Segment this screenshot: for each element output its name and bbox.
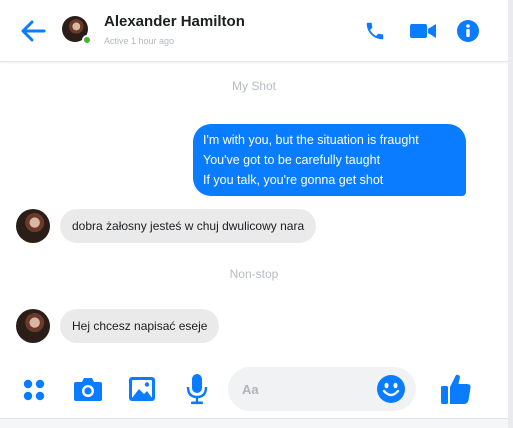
chat-header: Alexander Hamilton Active 1 hour ago [0,0,508,62]
incoming-message[interactable]: Hej chcesz napisać eseje [60,309,220,343]
image-icon[interactable] [128,376,156,402]
video-camera-icon[interactable] [409,22,437,40]
message-line: If you talk, you're gonna get shot [203,173,384,187]
camera-icon[interactable] [73,376,103,402]
sender-avatar[interactable] [16,309,50,343]
message-input[interactable] [242,379,372,399]
conversation-divider: My Shot [231,79,276,93]
more-apps-icon[interactable] [22,378,46,402]
message-line: I'm with you, but the situation is fraug… [203,133,419,147]
microphone-icon[interactable] [186,373,208,405]
window-edge [508,0,513,428]
active-status: Active 1 hour ago [104,36,175,46]
info-icon[interactable] [457,20,479,42]
bottom-border [0,418,508,428]
thumbs-up-icon[interactable] [440,372,472,406]
outgoing-message[interactable]: I'm with you, but the situation is fraug… [193,124,466,196]
back-arrow-icon[interactable] [20,19,46,43]
contact-name[interactable]: Alexander Hamilton [104,13,245,30]
online-status-dot [82,35,92,45]
message-input-box[interactable] [228,367,416,411]
chat-window: Alexander Hamilton Active 1 hour ago My … [0,0,508,428]
message-composer [0,364,508,418]
emoji-icon[interactable] [376,374,406,404]
incoming-message[interactable]: dobra żałosny jesteś w chuj dwulicowy na… [60,209,317,243]
sender-avatar[interactable] [16,209,50,243]
phone-icon[interactable] [364,20,386,42]
conversation-divider: Non-stop [229,267,279,281]
message-line: You've got to be carefully taught [203,153,381,167]
